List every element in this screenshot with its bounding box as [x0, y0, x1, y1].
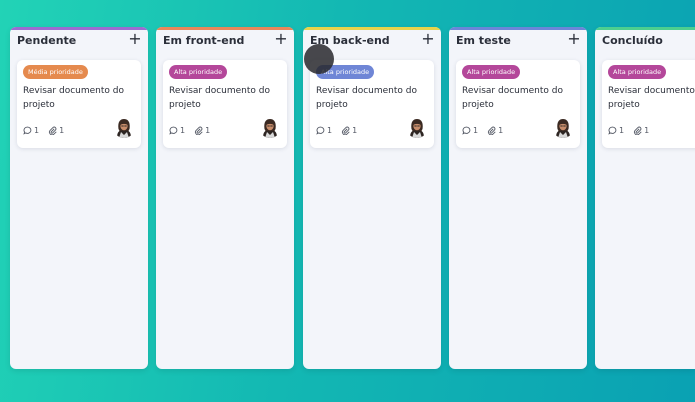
card-title: Revisar documento do projeto — [169, 86, 270, 110]
add-card-button[interactable]: + — [421, 31, 435, 47]
attachments-count[interactable]: 1 — [487, 126, 503, 135]
comments-value: 1 — [34, 125, 40, 135]
paperclip-icon — [634, 126, 642, 135]
comment-icon — [169, 126, 178, 135]
column-em-teste: Em teste + Alta prioridade Revisar docum… — [449, 27, 587, 369]
comment-icon — [23, 126, 32, 135]
task-card[interactable]: Alta prioridade Revisar documento do pro… — [602, 60, 695, 148]
card-title: Revisar documento do projeto — [23, 86, 124, 110]
avatar[interactable] — [406, 116, 428, 138]
comments-count[interactable]: 1 — [608, 126, 624, 135]
add-card-button[interactable]: + — [274, 31, 288, 47]
column-em-back-end: Em back-end + Alta prioridade Revisar do… — [303, 27, 441, 369]
comments-count[interactable]: 1 — [169, 126, 185, 135]
card-meta: 1 1 — [169, 124, 219, 136]
column-header: Em teste + — [449, 30, 587, 54]
priority-badge: Alta prioridade — [462, 65, 521, 79]
attachments-value: 1 — [498, 125, 504, 135]
comment-icon — [316, 126, 325, 135]
paperclip-icon — [49, 126, 57, 135]
comment-icon — [462, 126, 471, 135]
comments-value: 1 — [619, 125, 625, 135]
comments-count[interactable]: 1 — [462, 126, 478, 135]
column-header: Pendente + — [10, 30, 148, 54]
priority-badge: Alta prioridade — [608, 65, 667, 79]
avatar-image — [113, 116, 135, 138]
card-title: Revisar documento do projeto — [462, 86, 563, 110]
attachments-value: 1 — [205, 125, 211, 135]
priority-badge: Alta prioridade — [316, 65, 375, 79]
card-meta: 1 1 — [608, 124, 658, 136]
comments-count[interactable]: 1 — [316, 126, 332, 135]
attachments-count[interactable]: 1 — [341, 126, 357, 135]
column-title: Em front-end — [163, 34, 245, 47]
add-card-button[interactable]: + — [128, 31, 142, 47]
comments-value: 1 — [327, 125, 333, 135]
comments-value: 1 — [180, 125, 186, 135]
priority-badge: Média prioridade — [23, 65, 88, 79]
column-header: Concluído — [595, 30, 695, 54]
avatar-image — [406, 116, 428, 138]
column-title: Pendente — [17, 34, 77, 47]
kanban-board: Pendente + Média prioridade Revisar docu… — [0, 0, 695, 402]
card-title: Revisar documento do projeto — [608, 86, 695, 110]
attachments-value: 1 — [352, 125, 358, 135]
avatar[interactable] — [552, 116, 574, 138]
paperclip-icon — [342, 126, 350, 135]
column-pendente: Pendente + Média prioridade Revisar docu… — [10, 27, 148, 369]
task-card[interactable]: Média prioridade Revisar documento do pr… — [17, 60, 141, 148]
paperclip-icon — [195, 126, 203, 135]
task-card[interactable]: Alta prioridade Revisar documento do pro… — [163, 60, 287, 148]
column-title: Concluído — [602, 34, 663, 47]
add-card-button[interactable]: + — [567, 31, 581, 47]
priority-badge: Alta prioridade — [169, 65, 228, 79]
avatar-image — [259, 116, 281, 138]
card-meta: 1 1 — [23, 124, 73, 136]
column-title: Em teste — [456, 34, 511, 47]
comments-count[interactable]: 1 — [23, 126, 39, 135]
attachments-count[interactable]: 1 — [194, 126, 210, 135]
task-card[interactable]: Alta prioridade Revisar documento do pro… — [310, 60, 434, 148]
avatar[interactable] — [113, 116, 135, 138]
attachments-value: 1 — [644, 125, 650, 135]
task-card[interactable]: Alta prioridade Revisar documento do pro… — [456, 60, 580, 148]
comment-icon — [608, 126, 617, 135]
attachments-value: 1 — [59, 125, 65, 135]
column-header: Em front-end + — [156, 30, 294, 54]
avatar[interactable] — [259, 116, 281, 138]
column-header: Em back-end + — [303, 30, 441, 54]
column-title: Em back-end — [310, 34, 390, 47]
attachments-count[interactable]: 1 — [48, 126, 64, 135]
card-title: Revisar documento do projeto — [316, 86, 417, 110]
card-meta: 1 1 — [462, 124, 512, 136]
column-concluido: Concluído Alta prioridade Revisar docume… — [595, 27, 695, 369]
avatar-image — [552, 116, 574, 138]
paperclip-icon — [488, 126, 496, 135]
comments-value: 1 — [473, 125, 479, 135]
card-meta: 1 1 — [316, 124, 366, 136]
attachments-count[interactable]: 1 — [633, 126, 649, 135]
column-em-front-end: Em front-end + Alta prioridade Revisar d… — [156, 27, 294, 369]
